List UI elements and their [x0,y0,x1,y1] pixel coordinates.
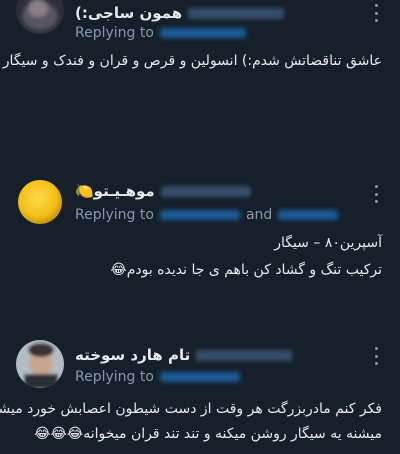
avatar[interactable] [16,0,64,34]
tweet-line: عاشق تناقضاتش شدم:) انسولین و قرص و قران… [2,53,382,69]
tweet-text: عاشق تناقضاتش شدم:) انسولین و قرص و قران… [2,51,382,72]
tweet-line: آسپرین۸۰ – سیگار [274,235,382,251]
avatar[interactable] [16,178,64,226]
blurred-handle [196,349,293,361]
mention-link[interactable] [159,372,240,382]
replying-to-label: Replying to [75,369,154,385]
display-name[interactable]: همون ساجی:) [75,4,182,22]
tweet-text: آسپرین۸۰ – سیگار ترکیب تنگ و گشاد کن باه… [12,233,382,281]
tweet-line: میشنه یه سیگار روشن میکنه و تند تند قران… [34,426,382,442]
tweet-text: فکر کنم مادربزرگت هر وقت از دست شیطون اع… [0,399,382,445]
author-row: تام هارد سوخته [75,346,293,364]
more-options-icon[interactable] [374,185,378,203]
author-row: موهـیـتو🍋 [75,182,251,200]
replying-to-row: Replying to [75,25,246,41]
replying-to-row: Replying to and [75,207,339,223]
replying-to-row: Replying to [75,369,240,385]
mention-link[interactable] [278,210,339,220]
avatar[interactable] [16,340,64,388]
mention-link[interactable] [159,28,246,38]
blurred-handle [160,185,251,197]
replying-to-label: Replying to [75,25,154,41]
display-name[interactable]: موهـیـتو🍋 [75,182,155,200]
display-name[interactable]: تام هارد سوخته [75,346,190,364]
blurred-handle [188,7,285,19]
replies-timeline: همون ساجی:) Replying to عاشق تناقضاتش شد… [0,0,400,454]
reply-tweet[interactable]: همون ساجی:) Replying to عاشق تناقضاتش شد… [0,0,400,150]
reply-tweet[interactable]: تام هارد سوخته Replying to فکر کنم مادرب… [0,310,400,454]
replying-to-label: Replying to [75,207,154,223]
more-options-icon[interactable] [374,4,378,22]
author-row: همون ساجی:) [75,4,285,22]
tweet-line: فکر کنم مادربزرگت هر وقت از دست شیطون اع… [0,401,382,417]
more-options-icon[interactable] [374,347,378,365]
and-label: and [245,207,273,223]
mention-link[interactable] [159,210,240,220]
reply-tweet[interactable]: موهـیـتو🍋 Replying to and آسپرین۸۰ – سیگ… [0,150,400,310]
tweet-line: ترکیب تنگ و گشاد کن باهم ی جا ندیده بودم… [110,262,382,278]
